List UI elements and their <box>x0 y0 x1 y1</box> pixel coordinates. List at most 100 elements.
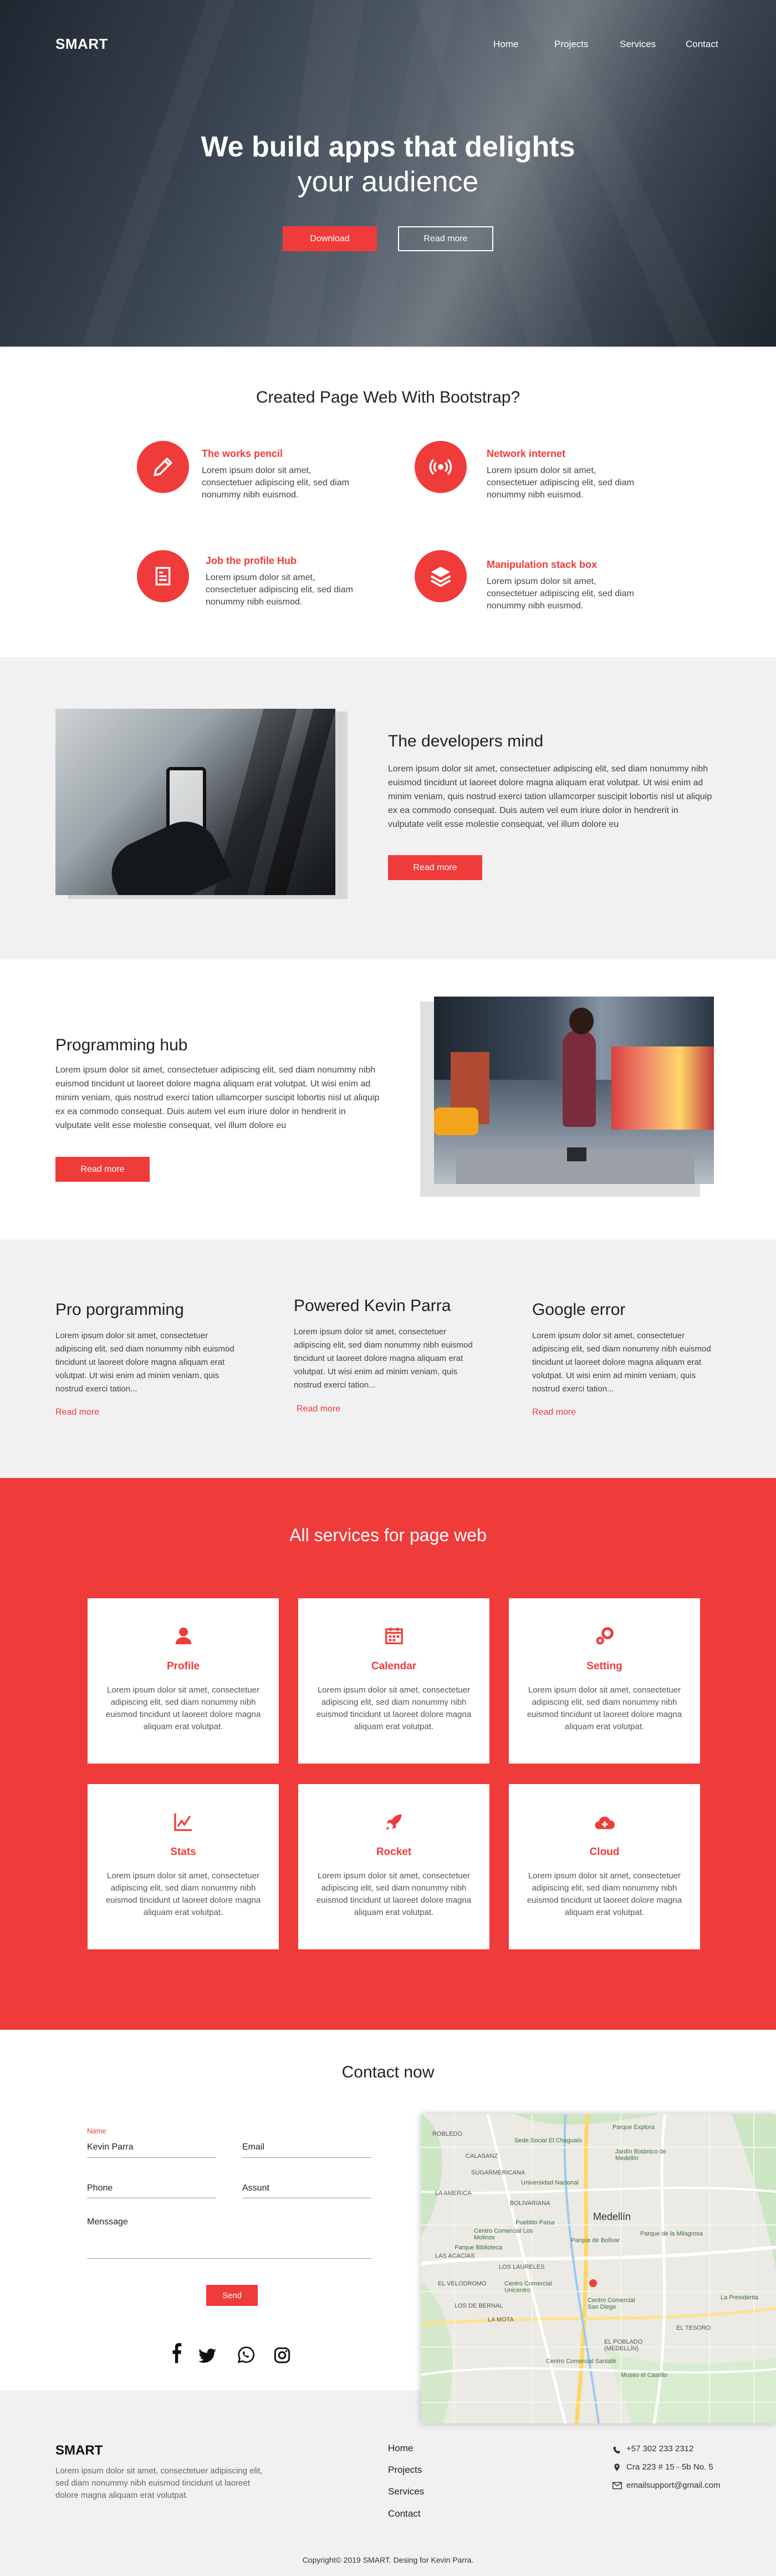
cloud-icon <box>509 1811 700 1833</box>
subject-field[interactable]: Assunt <box>242 2183 269 2193</box>
user-icon <box>88 1625 279 1647</box>
hero-title: We build apps that delights <box>201 131 575 163</box>
location-icon <box>612 2462 621 2475</box>
service-card-title: Stats <box>170 1846 196 1858</box>
email-field[interactable]: Email <box>242 2142 264 2152</box>
developers-read-more-button[interactable]: Read more <box>388 855 482 880</box>
services-title: All services for page web <box>289 1525 487 1545</box>
service-card-rocket[interactable]: Rocket Lorem ipsum dolor sit amet, conse… <box>298 1784 489 1949</box>
column-text: Lorem ipsum dolor sit amet, consectetuer… <box>294 1327 473 1390</box>
phone-field[interactable]: Phone <box>87 2183 113 2193</box>
map-label: Centro Comercial Los Molinos <box>474 2228 533 2241</box>
map-label: ROBLEDO <box>432 2131 462 2137</box>
send-button[interactable]: Send <box>206 2285 258 2306</box>
copyright: Copyright© 2019 SMART. Desing for Kevin … <box>302 2555 474 2564</box>
footer-address: Cra 223 # 15 - 5b No. 5 <box>626 2462 713 2472</box>
service-card-title: Calendar <box>371 1660 417 1672</box>
developers-section: The developers mind Lorem ipsum dolor si… <box>0 657 776 959</box>
map-label: CALASANZ <box>466 2153 498 2160</box>
developers-text: Lorem ipsum dolor sit amet, consectetuer… <box>388 764 712 829</box>
column-read-more-link[interactable]: Read more <box>532 1408 576 1417</box>
service-card-text: Lorem ipsum dolor sit amet, consectetuer… <box>316 1685 472 1731</box>
chart-icon <box>88 1811 279 1833</box>
feature-text: Lorem ipsum dolor sit amet, consectetuer… <box>206 573 353 607</box>
twitter-icon[interactable] <box>198 2348 216 2366</box>
page: SMART Home Projects Services Contact We … <box>0 0 776 2576</box>
column-text: Lorem ipsum dolor sit amet, consectetuer… <box>532 1331 711 1394</box>
whatsapp-icon[interactable] <box>237 2346 255 2366</box>
footer-text: Lorem ipsum dolor sit amet, consectetuer… <box>55 2466 263 2500</box>
map-label: LOS LAURELES <box>499 2264 545 2270</box>
footer-phone: +57 302 233 2312 <box>626 2444 694 2453</box>
programming-read-more-button[interactable]: Read more <box>55 1157 150 1182</box>
footer-link-projects[interactable]: Projects <box>388 2465 422 2476</box>
mail-icon <box>612 2482 622 2492</box>
footer-link-home[interactable]: Home <box>388 2443 413 2454</box>
service-card-title: Cloud <box>589 1846 620 1858</box>
download-button[interactable]: Download <box>283 226 377 251</box>
hero-read-more-button[interactable]: Read more <box>398 226 493 251</box>
feature-text: Lorem ipsum dolor sit amet, consectetuer… <box>202 466 349 500</box>
map-label: BOLIVARIANA <box>510 2200 550 2207</box>
name-label: Name <box>87 2127 106 2135</box>
message-field[interactable]: Menssage <box>87 2217 128 2227</box>
footer-link-services[interactable]: Services <box>388 2486 424 2497</box>
map-label: LAS ACACIAS <box>435 2253 475 2259</box>
calendar-icon <box>298 1625 489 1647</box>
nav-services[interactable]: Services <box>620 39 656 50</box>
nav-projects[interactable]: Projects <box>554 39 588 50</box>
instagram-icon[interactable] <box>273 2346 291 2367</box>
developers-title: The developers mind <box>388 732 544 750</box>
map-label: Centro Comercial Unicentro <box>504 2280 552 2294</box>
rocket-icon <box>298 1811 489 1833</box>
map-label: Centro Comercial San Diego <box>588 2297 635 2310</box>
map-canvas <box>421 2114 776 2423</box>
column-title: Powered Kevin Parra <box>294 1297 451 1315</box>
feature-title: Manipulation stack box <box>487 559 598 570</box>
nav-home[interactable]: Home <box>493 39 518 50</box>
map-label: EL TESORO <box>676 2325 711 2331</box>
programming-title: Programming hub <box>55 1036 188 1054</box>
column-text: Lorem ipsum dolor sit amet, consectetuer… <box>55 1331 234 1394</box>
feature-title: The works pencil <box>202 448 283 459</box>
service-card-text: Lorem ipsum dolor sit amet, consectetuer… <box>316 1871 472 1917</box>
service-card-cloud[interactable]: Cloud Lorem ipsum dolor sit amet, consec… <box>509 1784 700 1949</box>
map-label: EL POBLADO (MEDELLÍN) <box>604 2339 643 2352</box>
facebook-icon[interactable] <box>170 2343 182 2366</box>
contact-title: Contact now <box>341 2063 435 2081</box>
brand-logo[interactable]: SMART <box>55 35 108 53</box>
map-label: EL VELODROMO <box>438 2280 487 2287</box>
footer-email[interactable]: emailsupport@gmail.com <box>626 2481 720 2490</box>
column-read-more-link[interactable]: Read more <box>297 1404 340 1414</box>
service-card-stats[interactable]: Stats Lorem ipsum dolor sit amet, consec… <box>88 1784 279 1949</box>
service-card-title: Profile <box>166 1660 200 1672</box>
nav-contact[interactable]: Contact <box>686 39 718 50</box>
hero-subtitle: your audience <box>297 166 479 198</box>
feature-title: Job the profile Hub <box>206 555 297 566</box>
map-label: Parque Explora <box>612 2124 655 2131</box>
map-label: La Presidenta <box>721 2294 758 2301</box>
footer-brand: SMART <box>55 2443 103 2458</box>
broadcast-icon <box>415 441 467 493</box>
map-label: Sede Social El Chagualo <box>514 2137 582 2144</box>
document-icon <box>137 550 189 602</box>
name-field[interactable]: Kevin Parra <box>87 2142 134 2152</box>
map-label: Medellín <box>593 2211 631 2222</box>
map-label: LOS DE BERNAL <box>455 2303 503 2309</box>
street-photo <box>434 997 714 1184</box>
service-card-calendar[interactable]: Calendar Lorem ipsum dolor sit amet, con… <box>298 1598 489 1764</box>
column-title: Pro porgramming <box>55 1300 184 1319</box>
map-label: Centro Comercial Santafé <box>546 2358 616 2365</box>
pencil-icon <box>137 441 189 493</box>
developer-photo <box>55 709 335 895</box>
service-card-profile[interactable]: Profile Lorem ipsum dolor sit amet, cons… <box>88 1598 279 1764</box>
column-read-more-link[interactable]: Read more <box>55 1408 99 1417</box>
location-map[interactable]: Sede Social El Chagualo Parque Explora J… <box>421 2114 776 2423</box>
map-label: Parque Biblioteca <box>455 2244 503 2251</box>
map-label: Parque de Bolívar <box>571 2237 620 2244</box>
programming-text: Lorem ipsum dolor sit amet, consectetuer… <box>55 1065 380 1130</box>
service-card-setting[interactable]: Setting Lorem ipsum dolor sit amet, cons… <box>509 1598 700 1764</box>
footer-link-contact[interactable]: Contact <box>388 2508 421 2519</box>
service-card-text: Lorem ipsum dolor sit amet, consectetuer… <box>527 1685 682 1731</box>
map-label: Jardín Botánico de Medellín <box>615 2148 666 2162</box>
